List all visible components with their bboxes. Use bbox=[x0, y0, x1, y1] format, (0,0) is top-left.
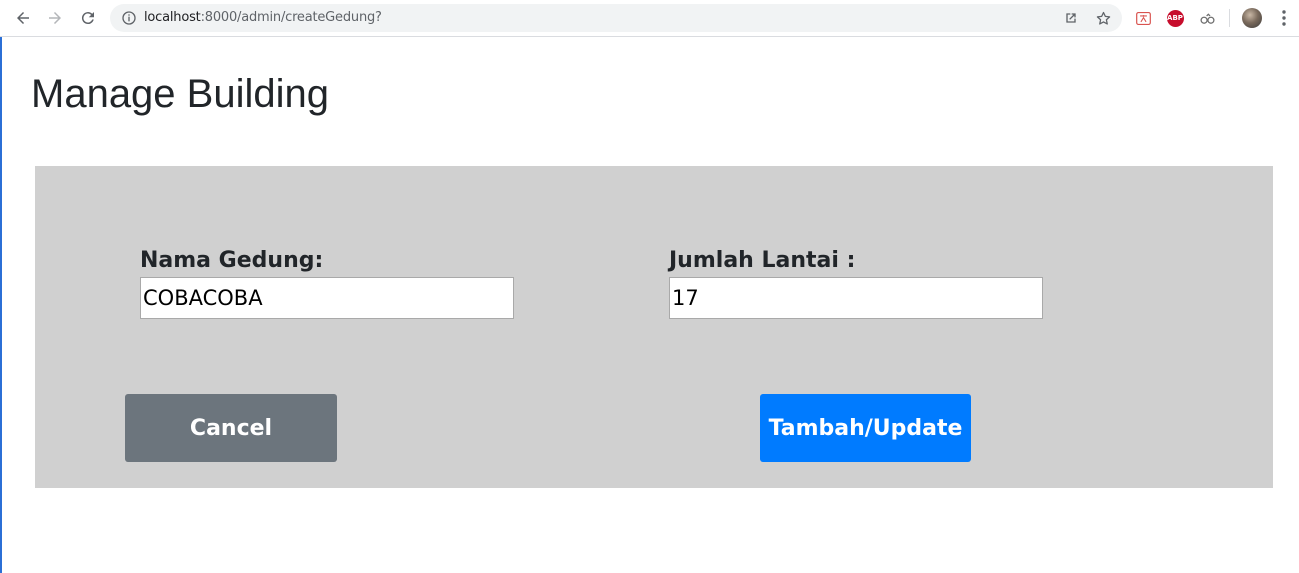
extension-icon[interactable] bbox=[1197, 8, 1217, 28]
url-host: localhost bbox=[144, 10, 201, 25]
address-bar[interactable]: localhost:8000/admin/createGedung? bbox=[110, 4, 1122, 32]
toolbar-separator bbox=[1229, 9, 1230, 27]
window-edge bbox=[0, 0, 2, 573]
page-title: Manage Building bbox=[31, 72, 329, 116]
forward-icon[interactable] bbox=[44, 7, 66, 29]
bookmark-star-icon[interactable] bbox=[1094, 9, 1112, 27]
adblock-plus-label: ABP bbox=[1166, 9, 1184, 27]
back-icon[interactable] bbox=[12, 7, 34, 29]
building-form-panel: Nama Gedung: COBACOBA Jumlah Lantai : 17… bbox=[35, 166, 1273, 488]
jumlah-lantai-input[interactable]: 17 bbox=[669, 277, 1043, 319]
jumlah-lantai-label: Jumlah Lantai : bbox=[669, 248, 856, 273]
reload-icon[interactable] bbox=[77, 7, 99, 29]
cancel-button[interactable]: Cancel bbox=[125, 394, 337, 462]
info-icon[interactable] bbox=[120, 9, 138, 27]
open-external-icon[interactable] bbox=[1062, 9, 1080, 27]
translate-icon[interactable] bbox=[1133, 8, 1153, 28]
profile-avatar[interactable] bbox=[1242, 8, 1262, 28]
url-text: localhost:8000/admin/createGedung? bbox=[144, 10, 382, 26]
adblock-plus-icon[interactable]: ABP bbox=[1165, 8, 1185, 28]
nama-gedung-label: Nama Gedung: bbox=[140, 248, 324, 273]
browser-toolbar: localhost:8000/admin/createGedung? ABP bbox=[0, 0, 1299, 37]
more-menu-icon[interactable] bbox=[1276, 9, 1292, 27]
url-path: :8000/admin/createGedung? bbox=[200, 10, 382, 25]
tambah-update-button[interactable]: Tambah/Update bbox=[760, 394, 971, 462]
nama-gedung-input[interactable]: COBACOBA bbox=[140, 277, 514, 319]
